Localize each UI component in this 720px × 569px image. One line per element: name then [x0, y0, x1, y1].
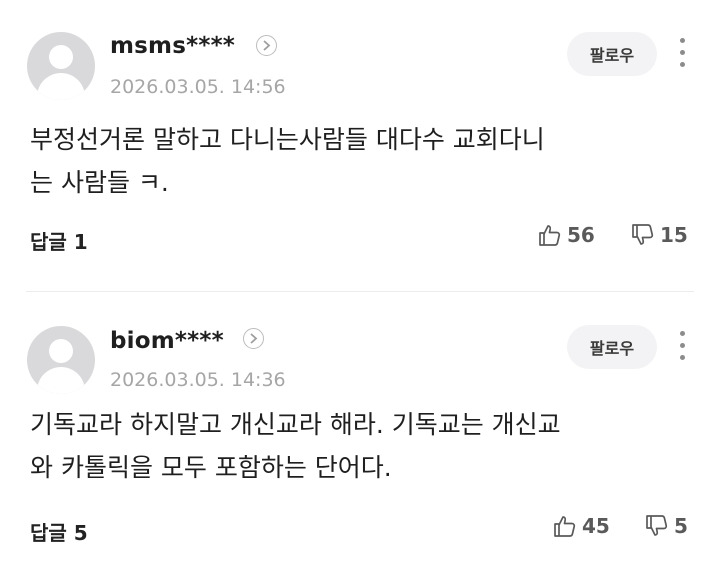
thumbs-down-icon	[646, 515, 668, 536]
avatar[interactable]	[27, 326, 95, 394]
follow-button[interactable]: 팔로우	[567, 32, 657, 76]
comment-text: 기독교라 하지말고 개신교라 해라. 기독교는 개신교 와 카톨릭을 모두 포함…	[30, 403, 670, 489]
replies-button[interactable]: 답글 1	[30, 226, 88, 255]
follow-button[interactable]: 팔로우	[567, 325, 657, 369]
comment-text-line: 는 사람들 ㅋ.	[30, 168, 169, 197]
dislike-button[interactable]: 15	[630, 222, 688, 248]
comment-timestamp: 2026.03.05. 14:56	[110, 76, 286, 98]
comment-item: msms**** 2026.03.05. 14:56 팔로우 부정선거론 말하고…	[0, 0, 720, 290]
chevron-right-icon[interactable]	[243, 328, 264, 349]
avatar-body	[37, 73, 85, 100]
avatar[interactable]	[27, 32, 95, 100]
like-button[interactable]: 56	[537, 222, 595, 248]
more-vertical-icon[interactable]	[678, 331, 688, 365]
like-button[interactable]: 45	[552, 513, 610, 539]
comment-text-line: 부정선거론 말하고 다니는사람들 대다수 교회다니	[30, 125, 545, 154]
like-count: 56	[567, 223, 595, 247]
username[interactable]: biom****	[110, 328, 224, 354]
comment-divider	[26, 291, 694, 292]
more-vertical-icon[interactable]	[678, 38, 688, 72]
username[interactable]: msms****	[110, 33, 235, 59]
comment-item: biom**** 2026.03.05. 14:36 팔로우 기독교라 하지말고…	[0, 293, 720, 569]
avatar-body	[37, 367, 85, 394]
comment-text-line: 와 카톨릭을 모두 포함하는 단어다.	[30, 453, 392, 482]
dislike-button[interactable]: 5	[644, 513, 688, 539]
thumbs-down-icon	[632, 224, 654, 245]
dislike-count: 5	[674, 514, 688, 538]
thumbs-up-icon	[539, 225, 561, 246]
comment-timestamp: 2026.03.05. 14:36	[110, 369, 286, 391]
like-count: 45	[582, 514, 610, 538]
comment-text-line: 기독교라 하지말고 개신교라 해라. 기독교는 개신교	[30, 410, 561, 439]
replies-button[interactable]: 답글 5	[30, 517, 88, 546]
chevron-right-icon[interactable]	[256, 35, 277, 56]
dislike-count: 15	[660, 223, 688, 247]
avatar-head	[49, 339, 73, 363]
comment-text: 부정선거론 말하고 다니는사람들 대다수 교회다니 는 사람들 ㅋ.	[30, 118, 670, 204]
thumbs-up-icon	[554, 516, 576, 537]
avatar-head	[49, 45, 73, 69]
